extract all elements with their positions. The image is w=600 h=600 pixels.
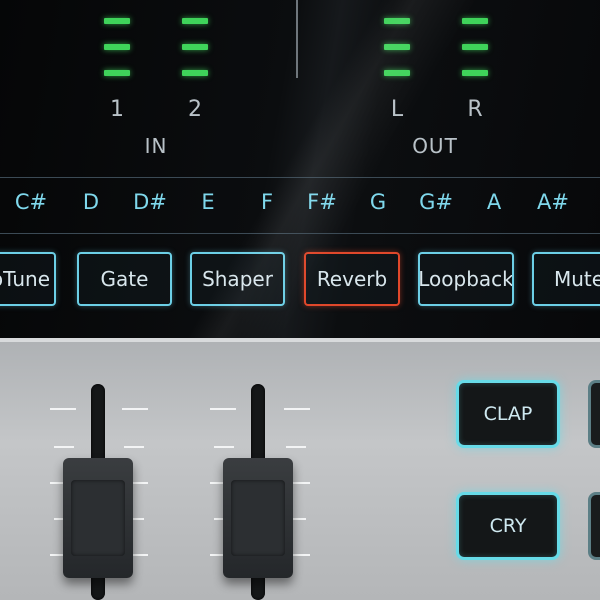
fx-autotune-button[interactable]: oTune (0, 252, 56, 306)
fader-tick (124, 446, 144, 448)
fader-tick (214, 446, 234, 448)
display-screen: 1 2 L R IN OUT C# D D# E F F# G G# A A# … (0, 0, 600, 338)
note-e[interactable]: E (186, 190, 230, 214)
clap-pad[interactable]: CLAP (456, 380, 560, 448)
note-gs[interactable]: G# (414, 190, 458, 214)
knob-grip (71, 480, 125, 556)
divider-line (0, 233, 600, 234)
fader-tick (210, 408, 236, 410)
note-ds[interactable]: D# (128, 190, 172, 214)
channel-label-in-1: 1 (110, 97, 124, 122)
note-fs[interactable]: F# (300, 190, 344, 214)
fx-shaper-button[interactable]: Shaper (190, 252, 285, 306)
meter-group-label-out: OUT (412, 134, 458, 158)
pad-partial[interactable] (588, 380, 600, 448)
knob-grip (231, 480, 285, 556)
fader-2-knob[interactable] (223, 458, 293, 578)
divider-line (0, 177, 600, 178)
fx-mute-button[interactable]: Mute (532, 252, 600, 306)
meter-segment (462, 18, 488, 24)
meter-segment (462, 44, 488, 50)
note-as[interactable]: A# (531, 190, 575, 214)
note-d[interactable]: D (69, 190, 113, 214)
fader-tick (122, 408, 148, 410)
note-f[interactable]: F (245, 190, 289, 214)
fader-tick (286, 446, 306, 448)
fx-loopback-button[interactable]: Loopback (418, 252, 514, 306)
meter-segment (462, 70, 488, 76)
fx-reverb-button[interactable]: Reverb (304, 252, 400, 306)
note-cs[interactable]: C# (9, 190, 53, 214)
meter-segment (384, 18, 410, 24)
meter-segment (384, 70, 410, 76)
fader-tick (284, 408, 310, 410)
meter-segment (182, 44, 208, 50)
cry-pad[interactable]: CRY (456, 492, 560, 560)
channel-label-in-2: 2 (188, 97, 202, 122)
fader-tick (50, 408, 76, 410)
meter-segment (384, 44, 410, 50)
meter-segment (104, 18, 130, 24)
pad-partial[interactable] (588, 492, 600, 560)
meter-divider (296, 0, 298, 78)
channel-label-out-l: L (390, 97, 404, 122)
note-a[interactable]: A (472, 190, 516, 214)
fader-1-knob[interactable] (63, 458, 133, 578)
meter-segment (104, 70, 130, 76)
meter-segment (182, 70, 208, 76)
meter-segment (182, 18, 208, 24)
meter-group-label-in: IN (144, 134, 168, 158)
fader-tick (54, 446, 74, 448)
panel-edge (0, 338, 600, 342)
channel-label-out-r: R (467, 97, 483, 122)
note-g[interactable]: G (356, 190, 400, 214)
fx-gate-button[interactable]: Gate (77, 252, 172, 306)
meter-segment (104, 44, 130, 50)
